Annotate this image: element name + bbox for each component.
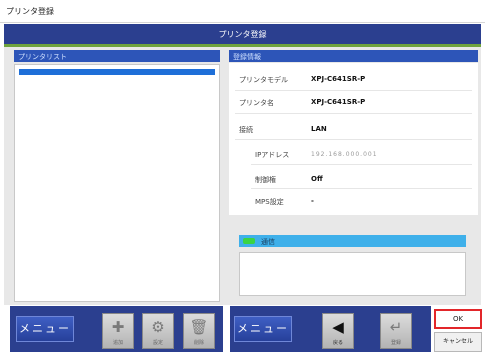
menu-button[interactable]: メニュー [16,316,74,342]
window-titlebar: プリンタ登録 [0,0,485,23]
trash-icon: 🗑 [189,318,209,336]
connection-label: 接続 [239,126,253,134]
divider [251,164,472,165]
mps-setting-label: MPS設定 [255,198,284,206]
mps-setting-value: - [311,197,314,205]
registration-info-title: 登録情報 [233,53,261,61]
right-toolbar: メニュー ◀ 戻る ↵ 登録 [230,306,431,352]
model-label: プリンタモデル [239,76,288,84]
cancel-button[interactable]: キャンセル [434,332,482,352]
model-value: XPJ-C641SR-P [311,75,366,83]
divider [251,188,472,189]
control-right-value: Off [311,175,323,183]
registration-info-header: 登録情報 [229,50,478,62]
message-box [239,252,466,296]
status-text: 通信 [261,238,275,246]
printer-list[interactable] [14,64,220,302]
back-button[interactable]: ◀ 戻る [322,313,354,349]
divider [235,139,472,140]
add-button[interactable]: ✚ 追加 [102,313,134,349]
page-title: プリンタ登録 [218,30,267,39]
add-button-label: 追加 [112,340,123,346]
control-right-label: 制御権 [255,176,276,184]
window-title: プリンタ登録 [6,7,54,16]
ok-button[interactable]: OK [434,309,482,329]
page-header: プリンタ登録 [4,24,481,47]
printer-list-selected-row[interactable] [19,69,215,75]
register-button-label: 登録 [390,340,401,346]
back-button-label: 戻る [332,340,343,346]
status-bar: 通信 [239,235,466,247]
printer-name-value: XPJ-C641SR-P [311,98,366,106]
printer-list-header: プリンタリスト [14,50,220,62]
ip-address-value: 192.168.000.001 [311,151,378,158]
printer-list-title: プリンタリスト [18,53,67,61]
status-led-icon [243,238,255,244]
gear-icon: ⚙ [151,318,165,336]
divider [235,90,472,91]
plus-icon: ✚ [111,318,125,336]
delete-button-label: 削除 [193,340,204,346]
return-icon: ↵ [389,318,403,336]
menu-button[interactable]: メニュー [234,316,292,342]
arrow-left-icon: ◀ [332,318,344,336]
divider [235,113,472,114]
printer-name-label: プリンタ名 [239,99,274,107]
delete-button[interactable]: 🗑 削除 [183,313,215,349]
registration-info-panel: プリンタモデル XPJ-C641SR-P プリンタ名 XPJ-C641SR-P … [229,63,478,215]
settings-button-label: 設定 [152,340,163,346]
ip-address-label: IPアドレス [255,151,290,159]
settings-button[interactable]: ⚙ 設定 [142,313,174,349]
left-toolbar: メニュー ✚ 追加 ⚙ 設定 🗑 削除 [10,306,223,352]
connection-value: LAN [311,125,327,133]
register-button[interactable]: ↵ 登録 [380,313,412,349]
